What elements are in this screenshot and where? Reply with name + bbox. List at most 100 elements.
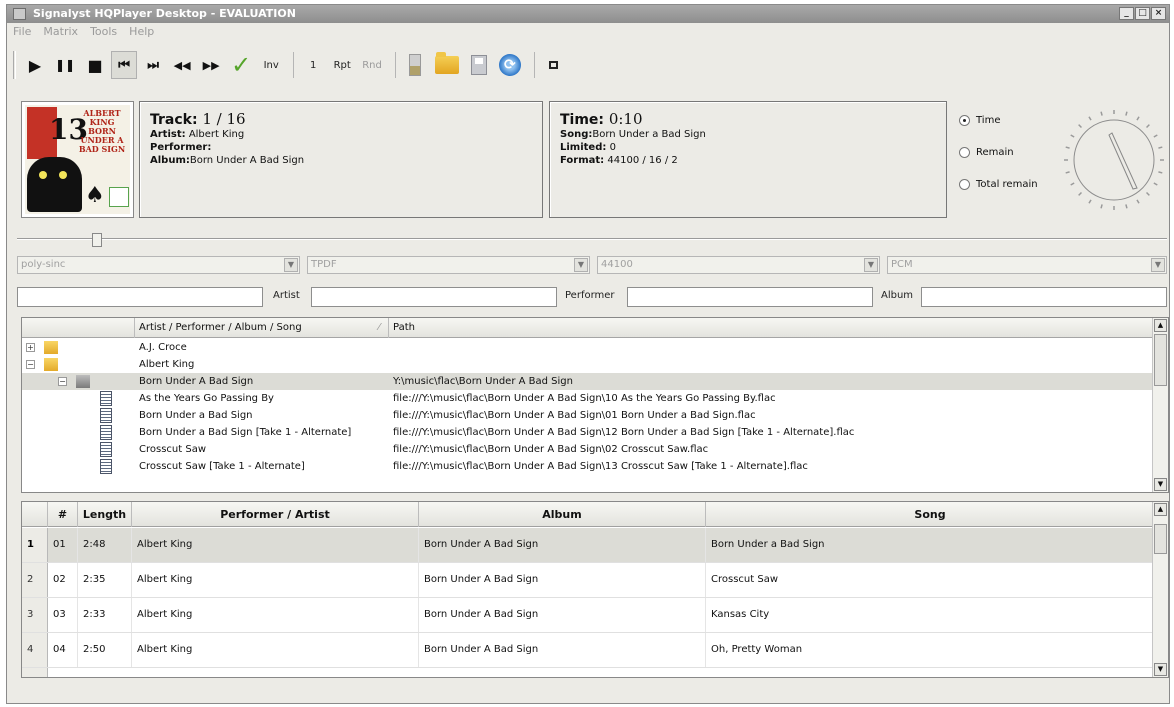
cell-artist: Albert King	[132, 633, 419, 667]
random-button[interactable]: Rnd	[358, 51, 386, 79]
track-info-panel: Track: 1 / 16 Artist: Albert King Perfor…	[139, 101, 543, 218]
rate-combo[interactable]: 44100 ▼	[597, 256, 880, 274]
time-line: Time: 0:10	[560, 110, 936, 128]
album-filter-input[interactable]	[921, 287, 1167, 307]
refresh-button[interactable]: ⟳	[495, 51, 525, 79]
filter-combo[interactable]: poly-sinc ▼	[17, 256, 300, 274]
library-scrollbar[interactable]: ▲ ▼	[1152, 318, 1168, 492]
scroll-thumb[interactable]	[1154, 524, 1167, 554]
cell-number: 01	[48, 528, 78, 562]
playlist-col-song[interactable]: Song	[706, 502, 1154, 527]
clear-button[interactable]	[402, 51, 428, 79]
table-row[interactable]: 2 02 2:35 Albert King Born Under A Bad S…	[22, 563, 1154, 598]
menu-help[interactable]: Help	[129, 23, 154, 40]
scroll-down-icon[interactable]: ▼	[1154, 478, 1167, 491]
radio-label: Time	[976, 115, 1001, 126]
open-folder-button[interactable]	[431, 51, 463, 79]
save-button[interactable]	[466, 51, 492, 79]
radio-circle	[959, 179, 970, 190]
table-row[interactable]: 4 04 2:50 Albert King Born Under A Bad S…	[22, 633, 1154, 668]
menu-file[interactable]: File	[13, 23, 31, 40]
dial-tick	[1100, 204, 1103, 209]
scroll-up-icon[interactable]: ▲	[1154, 319, 1167, 332]
filter-combo-value: poly-sinc	[21, 259, 66, 270]
tree-row[interactable]: Born Under a Bad Sign [Take 1 - Alternat…	[22, 424, 1154, 441]
menu-matrix[interactable]: Matrix	[43, 23, 78, 40]
repeat-count[interactable]: 1	[300, 51, 326, 79]
volume-dial[interactable]	[1059, 105, 1169, 215]
dial-tick	[1125, 111, 1128, 116]
seek-slider[interactable]	[17, 233, 1167, 247]
scroll-up-icon[interactable]: ▲	[1154, 503, 1167, 516]
cell-number: 03	[48, 598, 78, 632]
scroll-down-icon[interactable]: ▼	[1154, 663, 1167, 676]
repeat-button[interactable]: Rpt	[329, 51, 355, 79]
minimize-button[interactable]: _	[1119, 7, 1134, 20]
close-button[interactable]: ×	[1151, 7, 1166, 20]
expand-icon[interactable]: +	[26, 343, 35, 352]
seek-handle[interactable]	[92, 233, 102, 247]
row-number: 4	[22, 633, 48, 667]
scroll-thumb[interactable]	[1154, 334, 1167, 386]
stop-button[interactable]: ■	[82, 51, 108, 79]
artist-line: Artist: Albert King	[150, 128, 532, 141]
table-row[interactable]: 3 03 2:33 Albert King Born Under A Bad S…	[22, 598, 1154, 633]
rewind-button[interactable]: ◀◀	[169, 51, 195, 79]
album-cover: 13 ALBERT KING BORN UNDER A BAD SIGN ♠	[21, 101, 134, 218]
playlist-col-length[interactable]: Length	[78, 502, 132, 527]
radio-time[interactable]: Time	[959, 115, 1038, 126]
playlist-scrollbar[interactable]: ▲ ▼	[1152, 502, 1168, 677]
radio-remain[interactable]: Remain	[959, 147, 1038, 158]
window-mode-button[interactable]	[541, 51, 567, 79]
folder-icon	[44, 341, 58, 354]
tree-row[interactable]: − Albert King	[22, 356, 1154, 373]
playlist-col-number[interactable]: #	[48, 502, 78, 527]
song-filter-input[interactable]	[17, 287, 263, 307]
tree-row-name: A.J. Croce	[139, 342, 187, 353]
tree-row[interactable]: + A.J. Croce	[22, 339, 1154, 356]
tree-row[interactable]: Crosscut Saw file:///Y:\music\flac\Born …	[22, 441, 1154, 458]
next-track-button[interactable]: ⏭	[140, 51, 166, 79]
invert-button[interactable]: Inv	[258, 51, 284, 79]
folder-icon	[434, 52, 459, 74]
maximize-button[interactable]: □	[1135, 7, 1150, 20]
tree-row-path: file:///Y:\music\flac\Born Under A Bad S…	[393, 461, 808, 472]
dither-combo-value: TPDF	[311, 259, 337, 270]
title-bar[interactable]: Signalyst HQPlayer Desktop - EVALUATION …	[7, 5, 1169, 23]
collapse-icon[interactable]: −	[58, 377, 67, 386]
album-filter-label: Album	[881, 290, 914, 301]
previous-track-button[interactable]: ⏮	[111, 51, 138, 79]
performer-filter-input[interactable]	[627, 287, 873, 307]
collapse-icon[interactable]: −	[26, 360, 35, 369]
radio-total-remain[interactable]: Total remain	[959, 179, 1038, 190]
library-col-path[interactable]: Path	[389, 318, 1154, 338]
fast-forward-button[interactable]: ▶▶	[198, 51, 224, 79]
playlist-col-artist[interactable]: Performer / Artist	[132, 502, 419, 527]
cell-artist: Albert King	[132, 598, 419, 632]
play-button[interactable]: ▶	[22, 51, 48, 79]
accept-button[interactable]: ✓	[227, 51, 255, 79]
cell-album: Born Under A Bad Sign	[419, 528, 706, 562]
menu-tools[interactable]: Tools	[90, 23, 117, 40]
mode-combo[interactable]: PCM ▼	[887, 256, 1167, 274]
tree-row[interactable]: As the Years Go Passing By file:///Y:\mu…	[22, 390, 1154, 407]
dither-combo[interactable]: TPDF ▼	[307, 256, 590, 274]
dial-tick	[1070, 134, 1075, 138]
rate-combo-value: 44100	[601, 259, 633, 270]
tree-row-name: As the Years Go Passing By	[139, 393, 274, 404]
table-row[interactable]: 1 01 2:48 Albert King Born Under A Bad S…	[22, 528, 1154, 563]
library-col-name[interactable]: Artist / Performer / Album / Song ⁄	[135, 318, 389, 338]
table-row-partial[interactable]	[22, 668, 1154, 677]
tree-row[interactable]: Crosscut Saw [Take 1 - Alternate] file:/…	[22, 458, 1154, 475]
toolbar-grip[interactable]	[13, 51, 16, 79]
artist-filter-input[interactable]	[311, 287, 557, 307]
pause-button[interactable]: ❚❚	[51, 51, 79, 79]
album-line: Album:Born Under A Bad Sign	[150, 154, 532, 167]
playlist-col-album[interactable]: Album	[419, 502, 706, 527]
cell-album: Born Under A Bad Sign	[419, 563, 706, 597]
tree-row-selected[interactable]: − Born Under A Bad Sign Y:\music\flac\Bo…	[22, 373, 1154, 390]
tree-row[interactable]: Born Under a Bad Sign file:///Y:\music\f…	[22, 407, 1154, 424]
dial-tick	[1065, 171, 1070, 174]
cell-number: 02	[48, 563, 78, 597]
limited-label: Limited:	[560, 142, 607, 153]
